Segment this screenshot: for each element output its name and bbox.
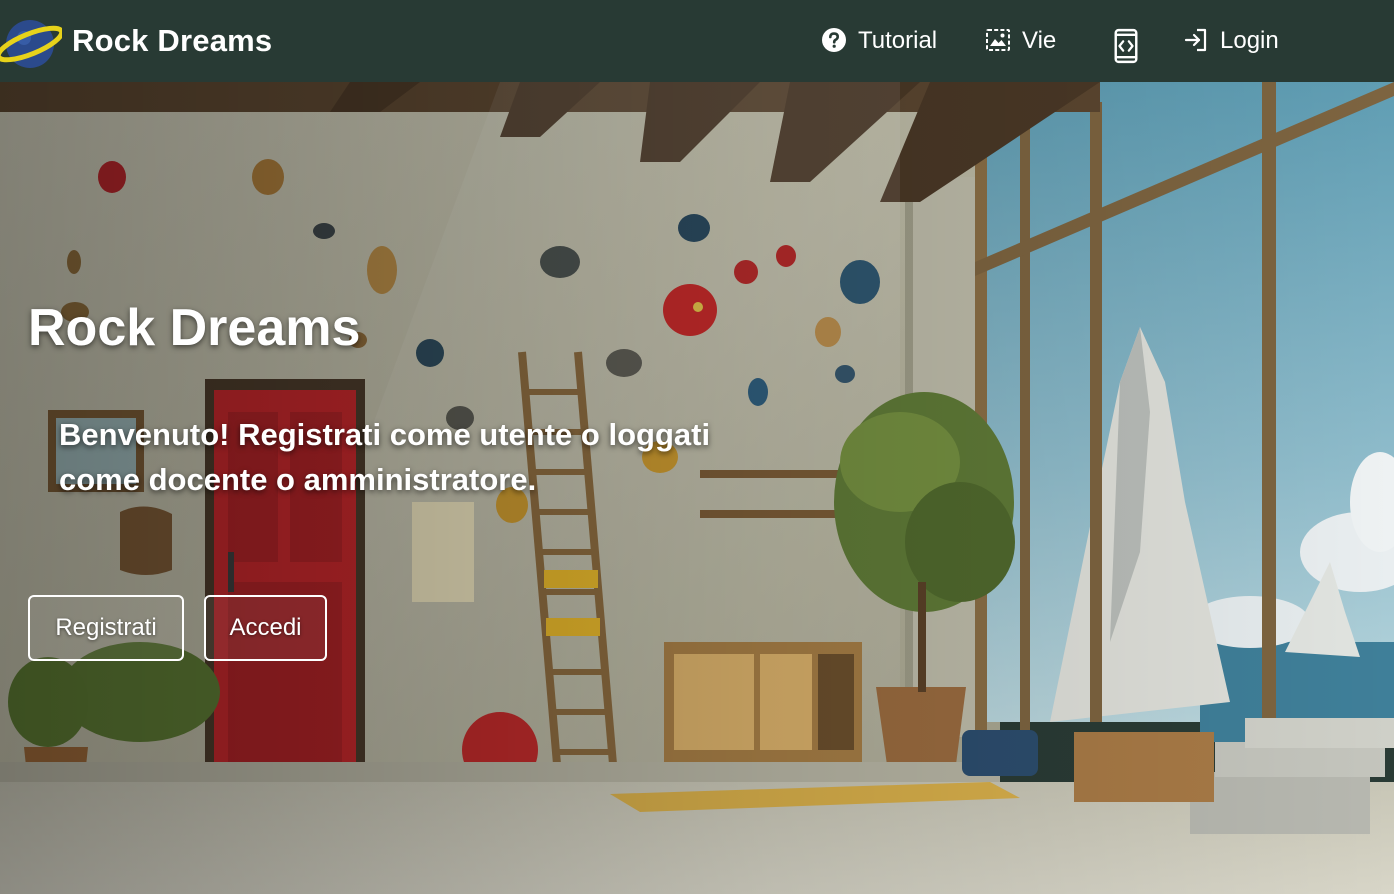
image-gallery-icon xyxy=(985,27,1013,55)
nav-item-device-switch[interactable] xyxy=(1112,0,1149,82)
device-switch-icon xyxy=(1112,27,1140,64)
nav-item-tutorial[interactable]: Tutorial xyxy=(821,0,937,82)
login-button[interactable]: Accedi xyxy=(204,595,327,661)
nav-item-label: Vie xyxy=(1022,27,1057,54)
brand-name: Rock Dreams xyxy=(72,23,273,58)
hero-welcome-text: Benvenuto! Registrati come utente o logg… xyxy=(59,417,711,497)
help-circle-icon xyxy=(821,27,849,55)
planet-icon xyxy=(0,10,65,72)
brand[interactable]: Rock Dreams xyxy=(0,0,272,82)
nav-item-vie[interactable]: Vie xyxy=(985,0,1056,82)
login-icon xyxy=(1183,27,1211,55)
hero-section: Rock Dreams Benvenuto! Registrati come u… xyxy=(0,82,1394,894)
top-navbar: Rock Dreams Tutorial Vie Login xyxy=(0,0,1394,82)
nav-item-label: Tutorial xyxy=(858,27,938,54)
register-button[interactable]: Registrati xyxy=(28,595,184,661)
nav-item-label: Login xyxy=(1220,27,1279,54)
nav-item-login[interactable]: Login xyxy=(1183,0,1279,82)
hero-title: Rock Dreams xyxy=(28,299,361,357)
